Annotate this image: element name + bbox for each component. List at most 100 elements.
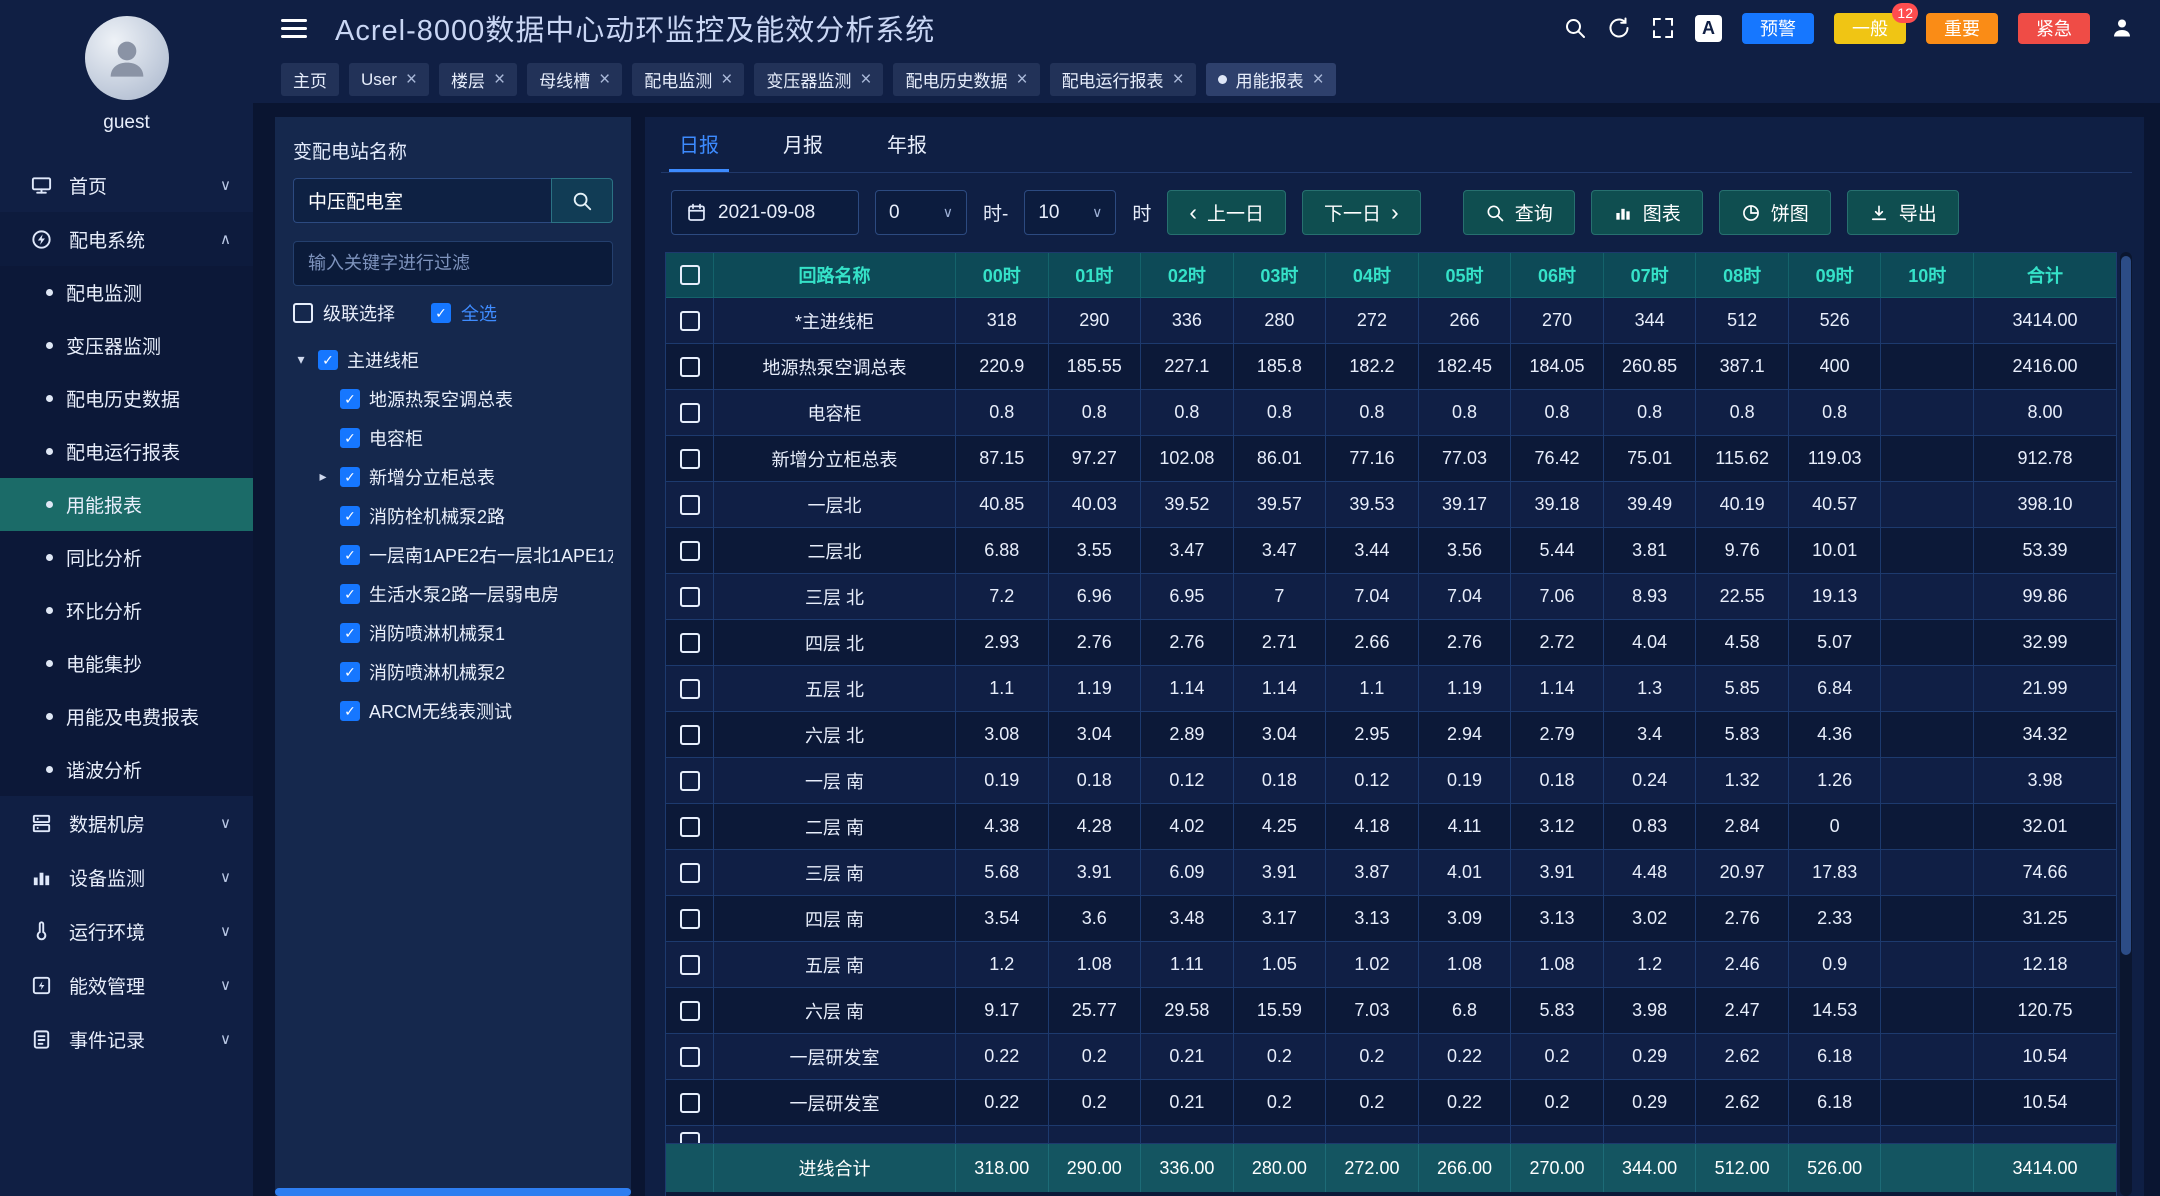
tab-chip[interactable]: 母线槽× — [527, 63, 622, 96]
row-checkbox[interactable] — [680, 633, 700, 653]
row-checkbox[interactable] — [680, 679, 700, 699]
tab-chip[interactable]: 配电监测× — [632, 63, 744, 96]
tree-checkbox[interactable]: ✓ — [340, 701, 360, 721]
tree-checkbox[interactable]: ✓ — [340, 389, 360, 409]
row-checkbox[interactable] — [680, 817, 700, 837]
tree-node[interactable]: ▸✓新增分立柜总表 — [293, 457, 613, 496]
tree-checkbox[interactable]: ✓ — [340, 545, 360, 565]
sidebar-item[interactable]: 配电系统∧ — [0, 212, 253, 266]
row-checkbox[interactable] — [680, 725, 700, 745]
row-checkbox[interactable] — [680, 909, 700, 929]
hour-to-select[interactable]: 10 ∨ — [1024, 190, 1116, 235]
tree-node[interactable]: ✓消防喷淋机械泵1 — [293, 613, 613, 652]
tree-node[interactable]: ✓生活水泵2路一层弱电房 — [293, 574, 613, 613]
alarm-button[interactable]: 紧急 — [2018, 13, 2090, 44]
row-checkbox[interactable] — [680, 1132, 700, 1144]
station-search-button[interactable] — [551, 178, 613, 223]
row-checkbox[interactable] — [680, 863, 700, 883]
search-icon[interactable] — [1563, 16, 1587, 40]
cascade-checkbox[interactable] — [293, 303, 313, 323]
row-checkbox[interactable] — [680, 955, 700, 975]
tab-chip[interactable]: 配电历史数据× — [893, 63, 1039, 96]
tree-node[interactable]: ✓电容柜 — [293, 418, 613, 457]
tree-checkbox[interactable]: ✓ — [318, 350, 338, 370]
caret-down-icon[interactable]: ▾ — [293, 351, 309, 368]
sidebar-subitem[interactable]: 电能集抄 — [0, 637, 253, 690]
report-tab[interactable]: 日报 — [669, 117, 729, 172]
hour-from-select[interactable]: 0 ∨ — [875, 190, 967, 235]
tree-checkbox[interactable]: ✓ — [340, 662, 360, 682]
close-icon[interactable]: × — [721, 70, 732, 89]
row-checkbox[interactable] — [680, 357, 700, 377]
alarm-button[interactable]: 一般12 — [1834, 13, 1906, 44]
header-select-checkbox[interactable] — [680, 265, 700, 285]
vertical-scrollbar[interactable] — [2120, 252, 2132, 1196]
chart-button[interactable]: 图表 — [1591, 190, 1703, 235]
close-icon[interactable]: × — [1313, 70, 1324, 89]
sidebar-subitem[interactable]: 配电历史数据 — [0, 372, 253, 425]
fullscreen-icon[interactable] — [1651, 16, 1675, 40]
refresh-icon[interactable] — [1607, 16, 1631, 40]
date-picker[interactable]: 2021-09-08 — [671, 190, 859, 235]
sidebar-item[interactable]: 运行环境∨ — [0, 904, 253, 958]
prev-day-button[interactable]: ‹ 上一日 — [1167, 190, 1286, 235]
tree-node[interactable]: ✓消防栓机械泵2路 — [293, 496, 613, 535]
row-checkbox[interactable] — [680, 541, 700, 561]
tab-chip[interactable]: 配电运行报表× — [1050, 63, 1196, 96]
close-icon[interactable]: × — [860, 70, 871, 89]
tree-node[interactable]: ✓地源热泵空调总表 — [293, 379, 613, 418]
row-checkbox[interactable] — [680, 311, 700, 331]
tree-node[interactable]: ✓ARCM无线表测试 — [293, 691, 613, 730]
tree-filter-input[interactable] — [293, 241, 613, 286]
hamburger-menu-icon[interactable] — [281, 19, 307, 38]
horizontal-scrollbar[interactable] — [275, 1188, 631, 1196]
tree-node[interactable]: ▾✓主进线柜 — [293, 340, 613, 379]
sidebar-subitem[interactable]: 同比分析 — [0, 531, 253, 584]
avatar[interactable] — [85, 16, 169, 100]
sidebar-subitem[interactable]: 谐波分析 — [0, 743, 253, 796]
tree-checkbox[interactable]: ✓ — [340, 467, 360, 487]
sidebar-item[interactable]: 设备监测∨ — [0, 850, 253, 904]
tab-chip[interactable]: 楼层× — [439, 63, 517, 96]
sidebar-item[interactable]: 首页∨ — [0, 158, 253, 212]
tree-checkbox[interactable]: ✓ — [340, 506, 360, 526]
sidebar-subitem[interactable]: 配电运行报表 — [0, 425, 253, 478]
sidebar-subitem[interactable]: 变压器监测 — [0, 319, 253, 372]
pie-button[interactable]: 饼图 — [1719, 190, 1831, 235]
report-tab[interactable]: 年报 — [877, 117, 937, 172]
tab-chip[interactable]: 主页 — [281, 63, 339, 96]
row-checkbox[interactable] — [680, 771, 700, 791]
row-checkbox[interactable] — [680, 1001, 700, 1021]
sidebar-item[interactable]: 事件记录∨ — [0, 1012, 253, 1066]
tree-checkbox[interactable]: ✓ — [340, 623, 360, 643]
next-day-button[interactable]: 下一日 › — [1302, 190, 1421, 235]
tree-checkbox[interactable]: ✓ — [340, 584, 360, 604]
sidebar-subitem[interactable]: 环比分析 — [0, 584, 253, 637]
station-input[interactable] — [293, 178, 551, 223]
close-icon[interactable]: × — [599, 70, 610, 89]
tree-node[interactable]: ✓消防喷淋机械泵2 — [293, 652, 613, 691]
row-checkbox[interactable] — [680, 403, 700, 423]
tab-chip[interactable]: 用能报表× — [1206, 63, 1336, 96]
tab-chip[interactable]: 变压器监测× — [754, 63, 883, 96]
sidebar-subitem[interactable]: 配电监测 — [0, 266, 253, 319]
close-icon[interactable]: × — [1016, 70, 1027, 89]
tab-chip[interactable]: User× — [349, 63, 429, 96]
alarm-button[interactable]: 预警 — [1742, 13, 1814, 44]
tree-node[interactable]: ✓一层南1APE2右一层北1APE1左 — [293, 535, 613, 574]
close-icon[interactable]: × — [406, 70, 417, 89]
close-icon[interactable]: × — [1173, 70, 1184, 89]
select-all-checkbox[interactable]: ✓ — [431, 303, 451, 323]
translate-icon[interactable]: A — [1695, 15, 1722, 42]
sidebar-item[interactable]: 能效管理∨ — [0, 958, 253, 1012]
row-checkbox[interactable] — [680, 449, 700, 469]
query-button[interactable]: 查询 — [1463, 190, 1575, 235]
close-icon[interactable]: × — [494, 70, 505, 89]
sidebar-subitem[interactable]: 用能报表 — [0, 478, 253, 531]
scrollbar-thumb[interactable] — [2121, 256, 2131, 955]
export-button[interactable]: 导出 — [1847, 190, 1959, 235]
row-checkbox[interactable] — [680, 1047, 700, 1067]
row-checkbox[interactable] — [680, 1093, 700, 1113]
row-checkbox[interactable] — [680, 495, 700, 515]
row-checkbox[interactable] — [680, 587, 700, 607]
